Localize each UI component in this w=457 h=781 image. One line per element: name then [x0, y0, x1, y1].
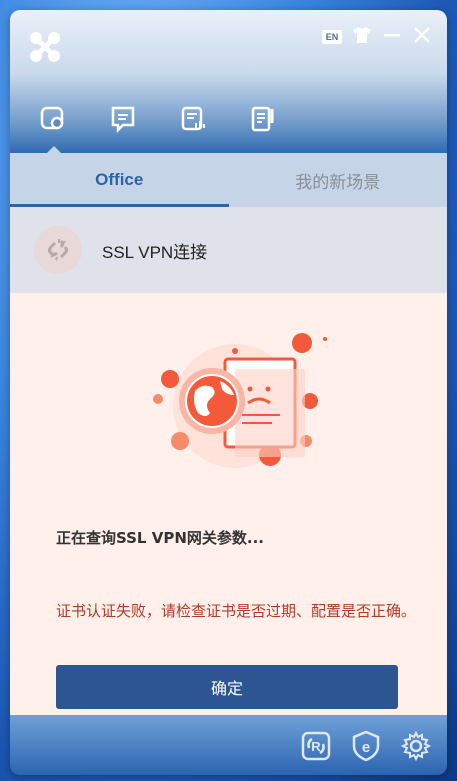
main-nav [38, 106, 278, 136]
ssl-vpn-connection-item[interactable]: SSL VPN连接 [10, 207, 447, 293]
notes-icon [249, 105, 277, 137]
shirt-icon [352, 26, 372, 48]
shield-e-icon: e [350, 730, 382, 766]
language-badge: EN [321, 30, 343, 44]
nav-messages[interactable] [108, 106, 138, 136]
language-switch-button[interactable]: EN [321, 26, 343, 48]
broken-link-icon [34, 226, 82, 274]
window-controls: EN [321, 26, 433, 48]
bottom-bar: R e [10, 715, 447, 775]
message-icon [109, 105, 137, 137]
nav-logs[interactable] [178, 106, 208, 136]
settings-button[interactable] [399, 730, 433, 766]
minimize-button[interactable] [381, 26, 403, 48]
log-icon [179, 105, 207, 137]
sync-icon: R [300, 730, 332, 766]
skin-button[interactable] [351, 26, 373, 48]
top-bar: EN [10, 10, 447, 153]
tab-office[interactable]: Office [10, 153, 229, 207]
nav-active-indicator [47, 146, 61, 153]
svg-text:R: R [311, 739, 321, 754]
gear-icon [400, 730, 432, 766]
sync-button[interactable]: R [299, 731, 333, 765]
confirm-button[interactable]: 确定 [56, 665, 398, 709]
scene-tabs: Office 我的新场景 [10, 153, 447, 207]
security-button[interactable]: e [349, 730, 383, 766]
link-icon [39, 105, 67, 137]
bottom-toolbar: R e [299, 730, 433, 766]
tab-my-new-scene[interactable]: 我的新场景 [229, 153, 448, 207]
connection-label: SSL VPN连接 [102, 242, 208, 262]
nav-connect[interactable] [38, 106, 68, 136]
vpn-client-window: EN Office 我的新场景 SSL VPN连接 正在查询SSL VPN网关参… [10, 10, 447, 775]
error-message: 证书认证失败，请检查证书是否过期、配置是否正确。 [56, 602, 417, 620]
main-content: 正在查询SSL VPN网关参数... 证书认证失败，请检查证书是否过期、配置是否… [10, 293, 447, 715]
minimize-icon [383, 26, 401, 48]
app-logo-icon [28, 30, 62, 64]
close-icon [413, 26, 431, 48]
status-message: 正在查询SSL VPN网关参数... [56, 529, 264, 547]
nav-notes[interactable] [248, 106, 278, 136]
error-illustration [140, 321, 330, 481]
svg-text:e: e [362, 739, 370, 756]
close-button[interactable] [411, 26, 433, 48]
